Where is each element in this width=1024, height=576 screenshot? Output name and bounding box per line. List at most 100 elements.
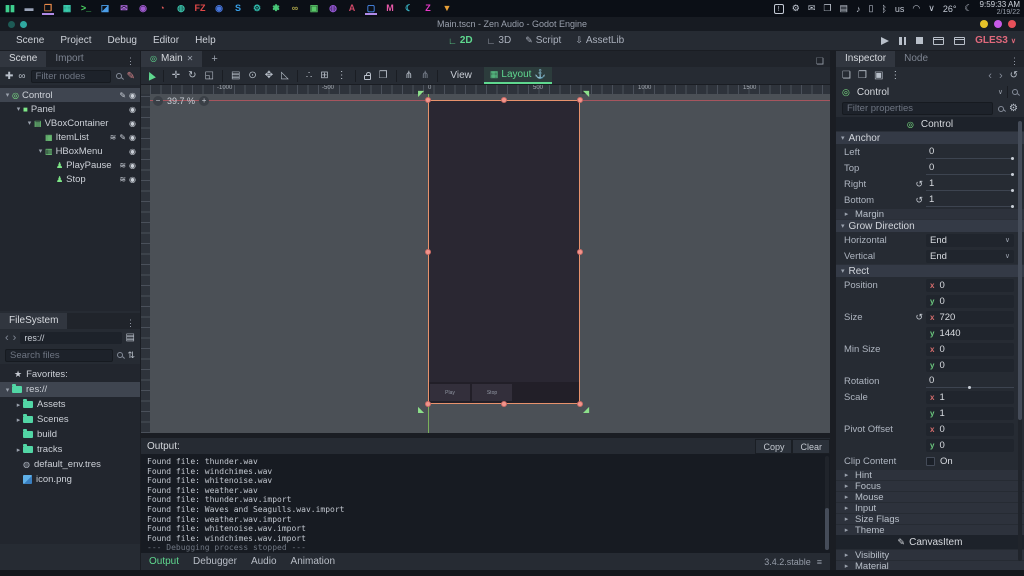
terminal-app-icon[interactable]: >_ (80, 2, 92, 15)
scale-tool-icon[interactable]: ◱ (204, 70, 213, 81)
scene-node-hboxmenu[interactable]: ▾ ▥ HBoxMenu ◉ (0, 144, 140, 158)
clear-button[interactable]: Clear (792, 439, 830, 454)
number-input[interactable]: 1 (926, 178, 1014, 191)
visibility-eye-icon[interactable]: ◉ (129, 119, 136, 128)
mail-icon[interactable]: ✉ (808, 3, 816, 14)
category-mouse[interactable]: ▸Mouse (836, 491, 1024, 502)
music-app-icon[interactable]: A (346, 2, 358, 15)
expand-icon[interactable]: ▸ (14, 416, 23, 424)
canvas-play-button[interactable]: Play (430, 384, 470, 401)
number-input[interactable]: 0 (926, 375, 1014, 388)
vector-y-input[interactable]: y1 (926, 407, 1014, 420)
skeleton-icon[interactable]: ⋔ (405, 70, 413, 81)
scene-node-panel[interactable]: ▾ ■ Panel ◉ (0, 102, 140, 116)
globe-app-icon[interactable]: ◍ (175, 2, 187, 15)
binoculars-app-icon[interactable]: ∞ (289, 2, 301, 15)
notification-icon[interactable]: ! (774, 4, 784, 14)
skeleton-options-icon[interactable]: ⋔ (421, 70, 429, 81)
signal-icon[interactable]: ≋ (119, 175, 126, 184)
keyboard-layout[interactable]: us (895, 4, 905, 14)
output-log[interactable]: Found file: thunder.wavFound file: windc… (141, 454, 830, 553)
collapse-icon[interactable]: ▾ (36, 147, 45, 155)
pan-tool-icon[interactable]: ✥ (265, 70, 273, 81)
fs-item-default-env[interactable]: ◍ default_env.tres (0, 457, 140, 472)
back-icon[interactable]: ‹ (5, 332, 9, 344)
dock-menu-icon[interactable]: ⋮ (1005, 56, 1024, 67)
menu-editor[interactable]: Editor (145, 35, 187, 46)
panel-toggle-icon[interactable]: ≡ (817, 557, 822, 567)
tab-scene[interactable]: Scene (0, 51, 46, 67)
path-bar[interactable]: res:// (20, 332, 121, 344)
lock-icon[interactable] (364, 75, 371, 80)
grid-snap-icon[interactable]: ⊞ (320, 70, 328, 81)
workspace-indicator-icon[interactable]: ▮▮ (4, 2, 16, 15)
attach-script-icon[interactable]: ✎ (127, 71, 135, 82)
visibility-eye-icon[interactable]: ◉ (129, 91, 136, 100)
expand-icon[interactable]: ▸ (14, 401, 23, 409)
chevron-down-icon[interactable]: ∨ (928, 3, 935, 14)
revert-icon[interactable]: ↺ (915, 312, 923, 323)
workspace-script[interactable]: ✎Script (525, 35, 561, 46)
renderer-dropdown[interactable]: GLES3∨ (975, 35, 1016, 46)
flash-app-icon[interactable]: Z (422, 2, 434, 15)
filezilla-app-icon[interactable]: FZ (194, 2, 206, 15)
scene-node-stop[interactable]: ♟ Stop ≋◉ (0, 172, 140, 186)
zoom-level[interactable]: 39.7 % (167, 96, 195, 106)
vertical-ruler[interactable] (141, 94, 150, 433)
group-icon[interactable]: ❐ (379, 70, 388, 81)
vector-y-input[interactable]: y0 (926, 359, 1014, 372)
vector-y-input[interactable]: y0 (926, 295, 1014, 308)
dropdown[interactable]: End∨ (926, 250, 1014, 263)
tab-node[interactable]: Node (895, 51, 937, 67)
anchor-marker-top-right[interactable]: ◥ (583, 90, 589, 98)
category-margin[interactable]: ▸Margin (836, 208, 1024, 219)
resize-handle-top-left[interactable] (425, 97, 431, 103)
visibility-eye-icon[interactable]: ◉ (129, 161, 136, 170)
new-resource-icon[interactable]: ❏ (842, 70, 851, 81)
weather-icon[interactable]: ☾ (964, 3, 972, 14)
resize-handle-bottom-right[interactable] (577, 401, 583, 407)
menu-scene[interactable]: Scene (8, 35, 52, 46)
checkbox[interactable] (926, 457, 935, 466)
horizontal-ruler[interactable]: -1000-500050010001500 (150, 85, 830, 94)
moon-app-icon[interactable]: ☾ (403, 2, 415, 15)
fs-item-icon-png[interactable]: icon.png (0, 472, 140, 487)
distraction-free-icon[interactable]: ❏ (816, 56, 830, 67)
file-manager-icon[interactable]: ❒ (42, 2, 54, 15)
dock-menu-icon[interactable]: ⋮ (121, 56, 140, 67)
timer-app-icon[interactable]: ◔ (156, 2, 168, 15)
chat-app-icon[interactable]: M (384, 2, 396, 15)
collapse-icon[interactable]: ▾ (14, 105, 23, 113)
tab-filesystem[interactable]: FileSystem (0, 313, 67, 329)
vector-y-input[interactable]: y1440 (926, 327, 1014, 340)
bottom-tab-output[interactable]: Output (149, 556, 179, 567)
instance-scene-icon[interactable]: ∞ (18, 71, 25, 82)
play-scene-button[interactable] (933, 37, 944, 45)
signal-icon[interactable]: ≋ (119, 161, 126, 170)
edited-object-row[interactable]: ◎ Control ∨ (836, 84, 1024, 100)
resize-handle-top[interactable] (501, 97, 507, 103)
script-icon[interactable]: ✎ (119, 91, 126, 100)
sort-icon[interactable]: ⇅ (127, 350, 135, 361)
tab-main-scene[interactable]: ◎ Main ✕ (141, 51, 202, 67)
resize-handle-bottom-left[interactable] (425, 401, 431, 407)
play-custom-scene-button[interactable] (954, 37, 965, 45)
resize-handle-left[interactable] (425, 249, 431, 255)
collapse-icon[interactable]: ▾ (3, 91, 12, 99)
clipboard-icon[interactable]: ▤ (839, 3, 848, 14)
vector-y-input[interactable]: y0 (926, 439, 1014, 452)
layout-menu-button[interactable]: ▦ Layout ⚓ (484, 67, 552, 84)
tab-import[interactable]: Import (46, 51, 92, 67)
visibility-eye-icon[interactable]: ◉ (129, 175, 136, 184)
2d-viewport-canvas[interactable]: -1000-500050010001500 Play Stop ◤ ◥ ◣ ◢ … (141, 85, 830, 433)
mail-app-icon[interactable]: ✉ (118, 2, 130, 15)
image-viewer-app-icon[interactable]: ◪ (99, 2, 111, 15)
category-size-flags[interactable]: ▸Size Flags (836, 513, 1024, 524)
vector-x-input[interactable]: x720 (926, 311, 1014, 324)
fs-item-tracks[interactable]: ▸ tracks (0, 442, 140, 457)
dock-menu-icon[interactable]: ⋮ (121, 318, 140, 329)
filter-properties-input[interactable] (842, 102, 993, 115)
play-button[interactable] (881, 37, 889, 45)
copy-button[interactable]: Copy (755, 439, 792, 454)
scene-node-playpause[interactable]: ♟ PlayPause ≋◉ (0, 158, 140, 172)
